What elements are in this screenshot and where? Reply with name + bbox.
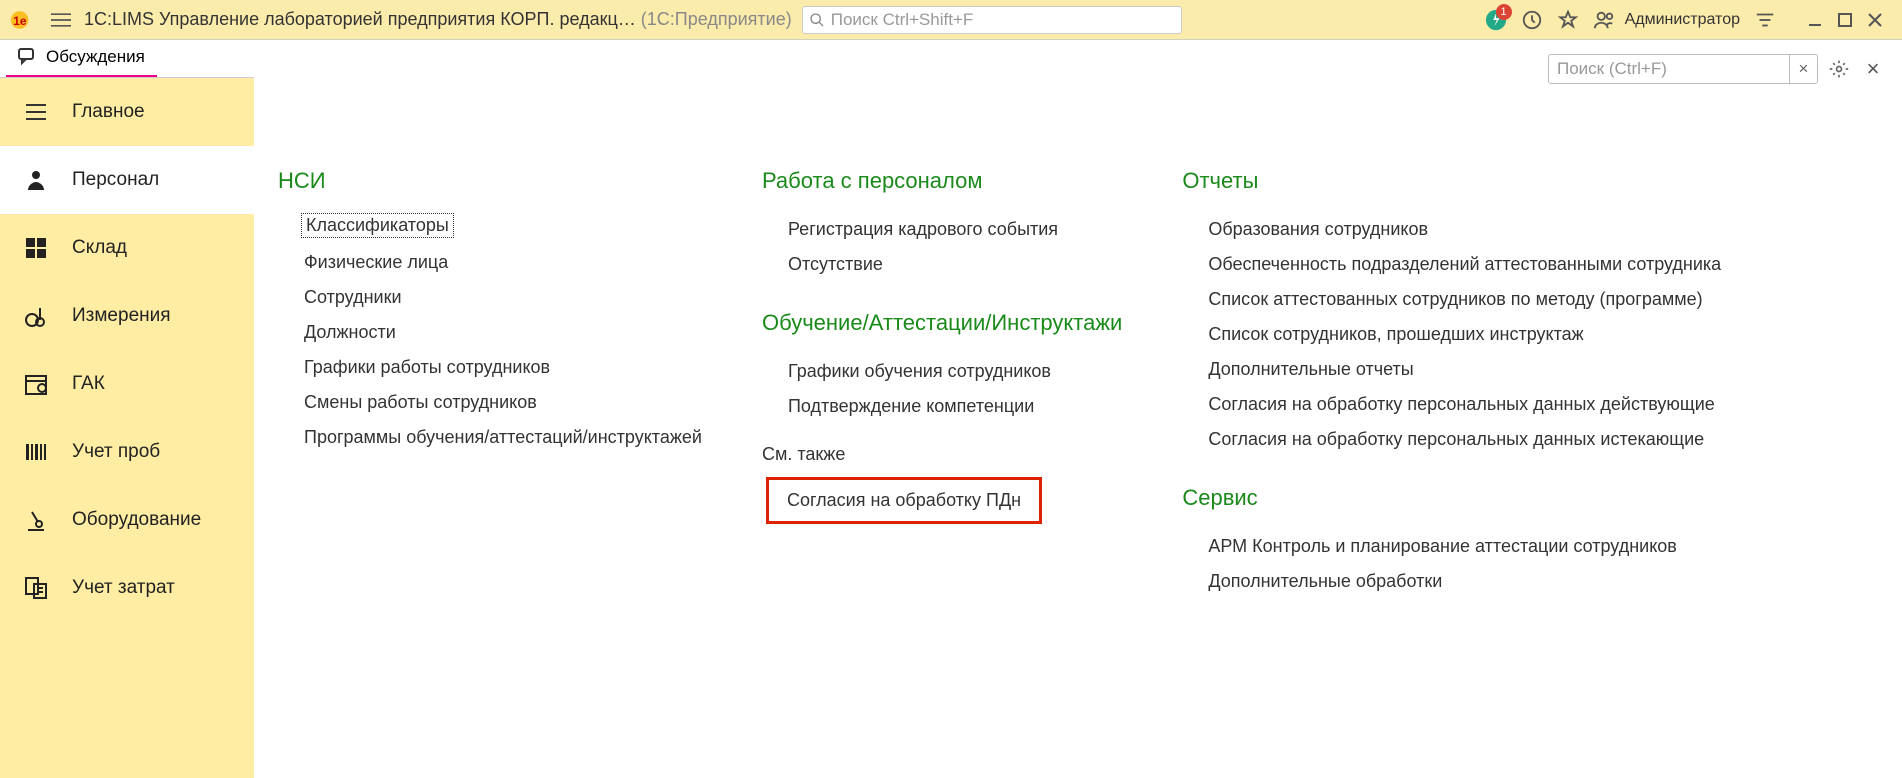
- link-arm-control[interactable]: АРМ Контроль и планирование аттестации с…: [1182, 529, 1878, 564]
- section-title-nsi: НСИ: [278, 168, 702, 194]
- content-close-button[interactable]: ×: [1860, 56, 1886, 82]
- sidebar-item-label: Учет проб: [72, 441, 160, 463]
- sidebar-item-samples[interactable]: Учет проб: [0, 418, 254, 486]
- column-nsi: НСИ Классификаторы Физические лица Сотру…: [278, 168, 702, 599]
- content-settings-button[interactable]: [1826, 56, 1852, 82]
- global-search-placeholder: Поиск Ctrl+Shift+F: [831, 10, 974, 30]
- link-pdn-consent[interactable]: Согласия на обработку ПДн: [766, 477, 1042, 524]
- favorites-button[interactable]: [1557, 9, 1579, 31]
- sidebar-item-main[interactable]: Главное: [0, 78, 254, 146]
- link-training-programs[interactable]: Программы обучения/аттестаций/инструктаж…: [278, 420, 702, 455]
- link-persons[interactable]: Физические лица: [278, 245, 702, 280]
- link-absence[interactable]: Отсутствие: [762, 247, 1122, 282]
- flask-icon: [22, 304, 50, 328]
- link-briefed-list[interactable]: Список сотрудников, прошедших инструктаж: [1182, 317, 1878, 352]
- maximize-button[interactable]: [1830, 9, 1860, 31]
- tab-bar: Обсуждения: [0, 40, 254, 78]
- column-personnel-work: Работа с персоналом Регистрация кадровог…: [762, 168, 1122, 599]
- clear-search-button[interactable]: ×: [1789, 55, 1817, 83]
- sidebar: Обсуждения Главное Персонал Склад Измере…: [0, 40, 254, 778]
- chat-icon: [18, 48, 38, 66]
- notification-count: 1: [1496, 4, 1512, 20]
- sidebar-item-label: Склад: [72, 237, 127, 259]
- link-schedules[interactable]: Графики работы сотрудников: [278, 350, 702, 385]
- sidebar-item-label: Оборудование: [72, 509, 201, 531]
- menu-lines-icon: [1754, 9, 1776, 31]
- link-competence-confirm[interactable]: Подтверждение компетенции: [762, 389, 1122, 424]
- sidebar-item-gak[interactable]: ГАК: [0, 350, 254, 418]
- topbar-actions: 1 Администратор: [1485, 9, 1896, 31]
- barcode-icon: [22, 440, 50, 464]
- link-classifiers[interactable]: Классификаторы: [300, 212, 455, 239]
- window-controls: [1800, 9, 1890, 31]
- content-panel: Поиск (Ctrl+F) × × НСИ Классификаторы Фи…: [254, 40, 1902, 778]
- svg-text:1е: 1е: [13, 13, 27, 27]
- sidebar-item-equipment[interactable]: Оборудование: [0, 486, 254, 554]
- menu-icon: [22, 100, 50, 124]
- maximize-icon: [1838, 13, 1852, 27]
- link-additional-reports[interactable]: Дополнительные отчеты: [1182, 352, 1878, 387]
- sidebar-item-costs[interactable]: Учет затрат: [0, 554, 254, 622]
- link-education[interactable]: Образования сотрудников: [1182, 212, 1878, 247]
- notifications-button[interactable]: 1: [1485, 9, 1507, 31]
- topbar: 1е 1С:LIMS Управление лабораторией предп…: [0, 0, 1902, 40]
- grid-icon: [22, 236, 50, 260]
- main-area: Обсуждения Главное Персонал Склад Измере…: [0, 40, 1902, 778]
- tab-discussions-label: Обсуждения: [46, 47, 145, 67]
- calendar-icon: [22, 372, 50, 396]
- settings-menu-button[interactable]: [1754, 9, 1776, 31]
- link-additional-processing[interactable]: Дополнительные обработки: [1182, 564, 1878, 599]
- column-reports: Отчеты Образования сотрудников Обеспечен…: [1182, 168, 1878, 599]
- content-search-input[interactable]: Поиск (Ctrl+F) ×: [1548, 54, 1818, 84]
- sidebar-item-label: Главное: [72, 101, 145, 123]
- person-icon: [22, 168, 50, 192]
- see-also-label: См. также: [762, 444, 1122, 465]
- link-employees[interactable]: Сотрудники: [278, 280, 702, 315]
- link-hr-event[interactable]: Регистрация кадрового события: [762, 212, 1122, 247]
- link-shifts[interactable]: Смены работы сотрудников: [278, 385, 702, 420]
- close-window-button[interactable]: [1860, 9, 1890, 31]
- calculator-icon: [22, 576, 50, 600]
- link-pdn-active[interactable]: Согласия на обработку персональных данны…: [1182, 387, 1878, 422]
- global-search-input[interactable]: Поиск Ctrl+Shift+F: [802, 6, 1182, 34]
- title-suffix: (1С:Предприятие): [641, 9, 792, 29]
- sidebar-item-measurements[interactable]: Измерения: [0, 282, 254, 350]
- sidebar-item-label: Измерения: [72, 305, 171, 327]
- section-title-reports: Отчеты: [1182, 168, 1878, 194]
- link-dept-coverage[interactable]: Обеспеченность подразделений аттестованн…: [1182, 247, 1878, 282]
- microscope-icon: [22, 508, 50, 532]
- minimize-button[interactable]: [1800, 9, 1830, 31]
- user-icon: [1593, 9, 1615, 31]
- content-columns: НСИ Классификаторы Физические лица Сотру…: [278, 168, 1878, 599]
- search-icon: [809, 12, 825, 28]
- sidebar-item-label: Персонал: [72, 169, 159, 191]
- tab-discussions[interactable]: Обсуждения: [6, 41, 157, 77]
- section-title-personnel: Работа с персоналом: [762, 168, 1122, 194]
- window-title: 1С:LIMS Управление лабораторией предприя…: [84, 9, 792, 30]
- sidebar-item-label: Учет затрат: [72, 577, 175, 599]
- close-icon: [1868, 13, 1882, 27]
- star-icon: [1557, 9, 1579, 31]
- link-attested-by-method[interactable]: Список аттестованных сотрудников по мето…: [1182, 282, 1878, 317]
- sidebar-item-warehouse[interactable]: Склад: [0, 214, 254, 282]
- history-button[interactable]: [1521, 9, 1543, 31]
- title-main: 1С:LIMS Управление лабораторией предприя…: [84, 9, 636, 29]
- link-training-schedules[interactable]: Графики обучения сотрудников: [762, 354, 1122, 389]
- content-toolbar: Поиск (Ctrl+F) × ×: [1548, 54, 1886, 84]
- sidebar-item-personnel[interactable]: Персонал: [0, 146, 254, 214]
- minimize-icon: [1808, 13, 1822, 27]
- sidebar-item-label: ГАК: [72, 373, 105, 395]
- section-title-training: Обучение/Аттестации/Инструктажи: [762, 310, 1122, 336]
- user-button[interactable]: [1593, 9, 1615, 31]
- section-title-service: Сервис: [1182, 485, 1878, 511]
- history-icon: [1521, 9, 1543, 31]
- link-pdn-expiring[interactable]: Согласия на обработку персональных данны…: [1182, 422, 1878, 457]
- content-search-placeholder: Поиск (Ctrl+F): [1549, 59, 1667, 79]
- main-menu-button[interactable]: [46, 12, 76, 28]
- gear-icon: [1829, 59, 1849, 79]
- link-positions[interactable]: Должности: [278, 315, 702, 350]
- logo-1c-icon: 1е: [6, 8, 46, 32]
- username-label[interactable]: Администратор: [1625, 11, 1740, 29]
